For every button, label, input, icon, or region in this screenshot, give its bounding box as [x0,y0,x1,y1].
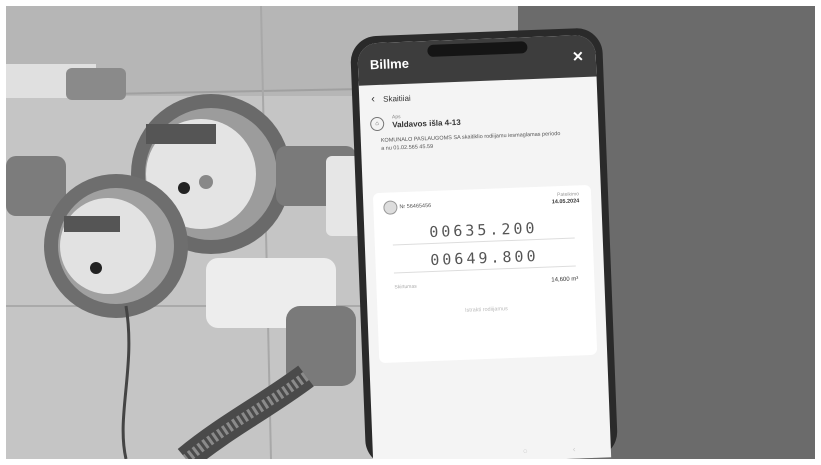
difference-label: Skirtumas [394,283,417,291]
back-label: Skaitiiai [382,93,411,104]
back-navigation[interactable]: ‹ Skaitiiai [371,92,411,106]
phone-notch [427,41,528,58]
submit-readings-link[interactable]: Istrakti rodiijamus [377,303,595,317]
address-description: KOMUNALO PASLAUGOMS SA skaitiklio rodiij… [380,130,561,152]
app-brand: Billme [369,55,410,73]
smartphone: Billme ✕ ‹ Skaitiiai ⌂ Aps Valdavos išla… [349,27,619,459]
home-circle-icon[interactable]: ○ [523,446,531,455]
address-card: ⌂ Aps Valdavos išla 4-13 KOMUNALO PASLAU… [369,107,591,187]
home-icon: ⌂ [369,116,385,132]
app-header: Billme ✕ [357,34,597,86]
meter-icon [383,200,398,215]
bottom-navigation: ○ ‹ [373,439,611,459]
date-label: Pateikimo [556,191,580,199]
close-icon[interactable]: ✕ [572,48,584,65]
phone-screen: Billme ✕ ‹ Skaitiiai ⌂ Aps Valdavos išla… [357,34,612,459]
previous-reading: 00635.200 [391,215,575,246]
meter-number: Nr 56465456 [399,202,432,211]
difference-value: 14,600 m³ [551,276,579,284]
meter-reading-card: Nr 56465456 Pateikimo 14.05.2024 00635.2… [372,184,598,364]
back-chevron-icon[interactable]: ‹ [573,444,581,454]
chevron-left-icon: ‹ [371,93,376,106]
address-title: Valdavos išla 4-13 [392,117,461,130]
current-reading-input[interactable]: 00649.800 [393,243,576,274]
image-frame: Billme ✕ ‹ Skaitiiai ⌂ Aps Valdavos išla… [6,6,815,459]
date-value: 14.05.2024 [551,198,580,206]
